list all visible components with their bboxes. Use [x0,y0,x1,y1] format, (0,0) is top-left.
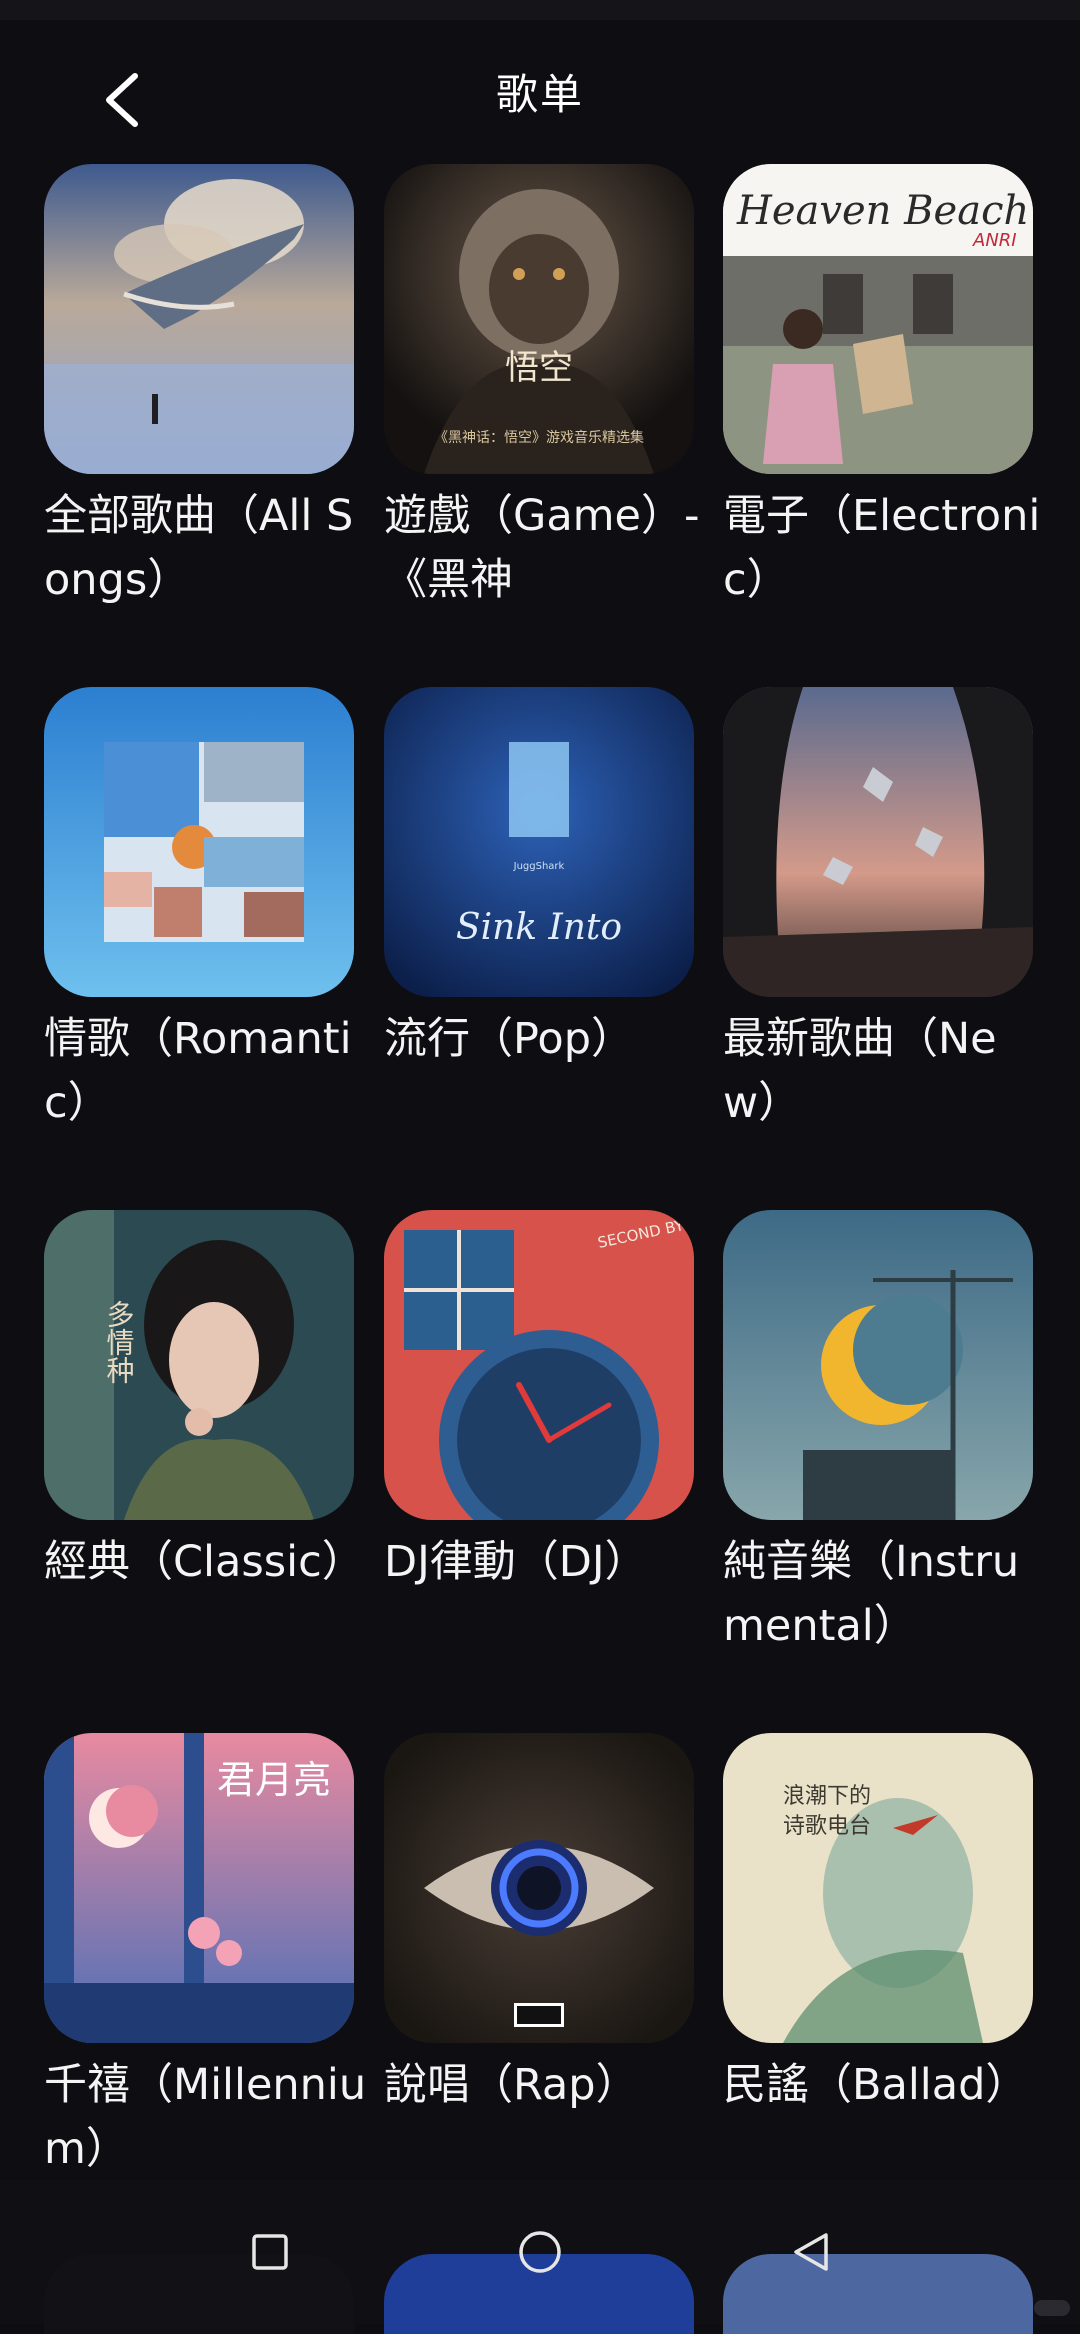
playlist-card-romantic[interactable]: 情歌（Romantic） [44,687,354,1135]
playlist-cover [44,164,354,474]
cover-text: 多情种 [103,1300,136,1384]
playlist-card-game[interactable]: 悟空 《黑神话：悟空》游戏音乐精选集 遊戲（Game）-《黑神 [384,164,700,612]
home-button[interactable] [500,2222,580,2282]
square-icon [252,2234,288,2270]
wukong-art: 悟空 《黑神话：悟空》游戏音乐精选集 [384,164,694,474]
playlist-title: 千禧（Millennium） [44,2060,367,2174]
playlist-card-rap[interactable]: 說唱（Rap） [384,1733,694,2117]
playlist-grid: 全部歌曲（All Songs） 悟空 《黑神话：悟空》游戏音乐精选集 遊戲（Ga… [0,0,1080,2324]
playlist-cover: Heaven Beach ANRI [723,164,1033,474]
sink-into-art: JuggShark Sink Into [384,687,694,997]
playlist-title: 電子（Electronic） [723,491,1041,605]
playlist-card-new[interactable]: 最新歌曲（New） [723,687,1033,1135]
playlist-cover [384,1733,694,2043]
whale-sky-art [44,164,354,474]
playlist-card-all-songs[interactable]: 全部歌曲（All Songs） [44,164,354,612]
playlist-title: 純音樂（Instrumental） [723,1537,1020,1651]
playlist-title: 流行（Pop） [384,1014,635,1064]
playlist-title: 民謠（Ballad） [723,2060,1029,2110]
collage-sky-art [44,687,354,997]
cover-text: 悟空 [505,348,573,388]
playlist-cover: JuggShark Sink Into [384,687,694,997]
vintage-portrait-art: 多情种 [44,1210,354,1520]
cover-caption: 《黑神话：悟空》游戏音乐精选集 [434,429,644,446]
clock-art: SECOND BY SECOND 秒针 [384,1210,694,1520]
nav-back-button[interactable] [770,2222,850,2282]
playlist-title: 說唱（Rap） [384,2060,639,2110]
playlist-title: 經典（Classic） [44,1537,365,1587]
moon-window-art: 君月亮 [44,1733,354,2043]
playlist-card-dj[interactable]: SECOND BY SECOND 秒针 DJ律動（DJ） [384,1210,694,1594]
playlist-cover [44,687,354,997]
playlist-card-millennium[interactable]: 君月亮 千禧（Millennium） [44,1733,366,2181]
poetry-radio-art: 浪潮下的 诗歌电台 [723,1733,1033,2043]
playlist-card-ballad[interactable]: 浪潮下的 诗歌电台 民謠（Ballad） [723,1733,1033,2117]
cover-text: Sink Into [456,907,622,948]
cover-text: 浪潮下的 [783,1784,871,1809]
playlist-title: 遊戲（Game）-《黑神 [384,491,700,605]
heaven-beach-art: Heaven Beach ANRI [723,164,1033,474]
playlist-title: 最新歌曲（New） [723,1014,997,1128]
playlist-cover [723,1210,1033,1520]
gas-eye-art [384,1733,694,2043]
recents-button[interactable] [230,2222,310,2282]
playlist-cover [723,687,1033,997]
playlist-title: 全部歌曲（All Songs） [44,491,354,605]
playlist-title: DJ律動（DJ） [384,1537,648,1587]
playlist-cover: 君月亮 [44,1733,354,2043]
playlist-cover: 浪潮下的 诗歌电台 [723,1733,1033,2043]
cave-sunset-art [723,687,1033,997]
triangle-back-icon [794,2233,828,2271]
cover-text: Heaven Beach [736,188,1029,234]
playlist-title: 情歌（Romantic） [44,1014,352,1128]
playlist-card-classic[interactable]: 多情种 經典（Classic） [44,1210,365,1594]
crescent-moon-art [723,1210,1033,1520]
playlist-card-pop[interactable]: JuggShark Sink Into 流行（Pop） [384,687,694,1071]
gesture-pill [1034,2300,1070,2316]
cover-text: JuggShark [513,861,565,872]
playlist-card-electronic[interactable]: Heaven Beach ANRI 電子（Electronic） [723,164,1040,612]
cover-text: 诗歌电台 [783,1814,871,1839]
playlist-card-instrumental[interactable]: 純音樂（Instrumental） [723,1210,1033,1658]
playlist-cover: 悟空 《黑神话：悟空》游戏音乐精选集 [384,164,694,474]
circle-icon [519,2231,561,2273]
cover-text: 君月亮 [217,1758,331,1802]
cover-text: ANRI [972,230,1017,251]
playlist-cover: 多情种 [44,1210,354,1520]
playlist-cover: SECOND BY SECOND 秒针 [384,1210,694,1520]
